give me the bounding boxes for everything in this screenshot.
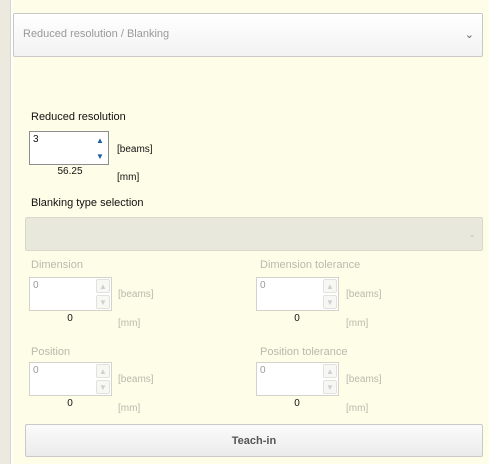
dimension-stepper[interactable]: 0 ▲ ▼ [29, 277, 112, 311]
mode-dropdown-value: Reduced resolution / Blanking [23, 28, 170, 40]
position-stepper[interactable]: 0 ▲ ▼ [29, 362, 112, 396]
dimension-beams-unit: [beams] [118, 289, 154, 300]
spin-down-arrow-icon[interactable]: ▼ [96, 380, 110, 394]
spin-up-arrow-icon[interactable]: ▲ [323, 279, 337, 293]
position-tolerance-beams-unit: [beams] [346, 374, 382, 385]
spin-up-arrow-icon[interactable]: ▲ [323, 364, 337, 378]
teach-in-button[interactable]: Teach-in [25, 424, 483, 457]
reduced-resolution-stepper[interactable]: 3 ▲ ▼ [29, 131, 109, 165]
position-tolerance-mm-value: 0 [294, 398, 300, 409]
blanking-type-label: Blanking type selection [31, 197, 144, 209]
dimension-tolerance-stepper[interactable]: 0 ▲ ▼ [256, 277, 339, 311]
reduced-resolution-mm-value: 56.25 [57, 166, 83, 177]
position-value[interactable]: 0 [33, 365, 39, 376]
reduced-resolution-label: Reduced resolution [31, 111, 126, 123]
blanking-type-dropdown[interactable]: ⌄ [25, 217, 483, 251]
reduced-resolution-mm-unit: [mm] [117, 172, 140, 183]
reduced-resolution-beams-unit: [beams] [117, 144, 153, 155]
dimension-tolerance-mm-unit: [mm] [346, 318, 369, 329]
spin-up-arrow-icon[interactable]: ▲ [93, 133, 107, 147]
position-beams-unit: [beams] [118, 374, 154, 385]
left-strip-divider [10, 0, 11, 464]
position-tolerance-mm-unit: [mm] [346, 403, 369, 414]
chevron-down-icon[interactable]: ⌄ [465, 28, 474, 41]
position-tolerance-label: Position tolerance [260, 346, 348, 358]
chevron-down-icon[interactable]: ⌄ [468, 229, 476, 240]
dimension-tolerance-beams-unit: [beams] [346, 289, 382, 300]
spin-down-arrow-icon[interactable]: ▼ [323, 295, 337, 309]
position-mm-value: 0 [67, 398, 73, 409]
dimension-value[interactable]: 0 [33, 280, 39, 291]
dimension-mm-value: 0 [67, 313, 73, 324]
position-mm-unit: [mm] [118, 403, 141, 414]
dimension-tolerance-value[interactable]: 0 [260, 280, 266, 291]
position-tolerance-stepper[interactable]: 0 ▲ ▼ [256, 362, 339, 396]
spin-down-arrow-icon[interactable]: ▼ [323, 380, 337, 394]
spin-up-arrow-icon[interactable]: ▲ [96, 364, 110, 378]
position-label: Position [31, 346, 71, 358]
spin-down-arrow-icon[interactable]: ▼ [93, 149, 107, 163]
left-window-strip [0, 0, 10, 464]
mode-dropdown[interactable]: Reduced resolution / Blanking ⌄ [13, 13, 483, 57]
position-tolerance-value[interactable]: 0 [260, 365, 266, 376]
spin-up-arrow-icon[interactable]: ▲ [96, 279, 110, 293]
dimension-label: Dimension [31, 259, 83, 271]
reduced-resolution-value[interactable]: 3 [33, 134, 39, 145]
dimension-tolerance-label: Dimension tolerance [260, 259, 361, 271]
spin-down-arrow-icon[interactable]: ▼ [96, 295, 110, 309]
dimension-mm-unit: [mm] [118, 318, 141, 329]
dimension-tolerance-mm-value: 0 [294, 313, 300, 324]
